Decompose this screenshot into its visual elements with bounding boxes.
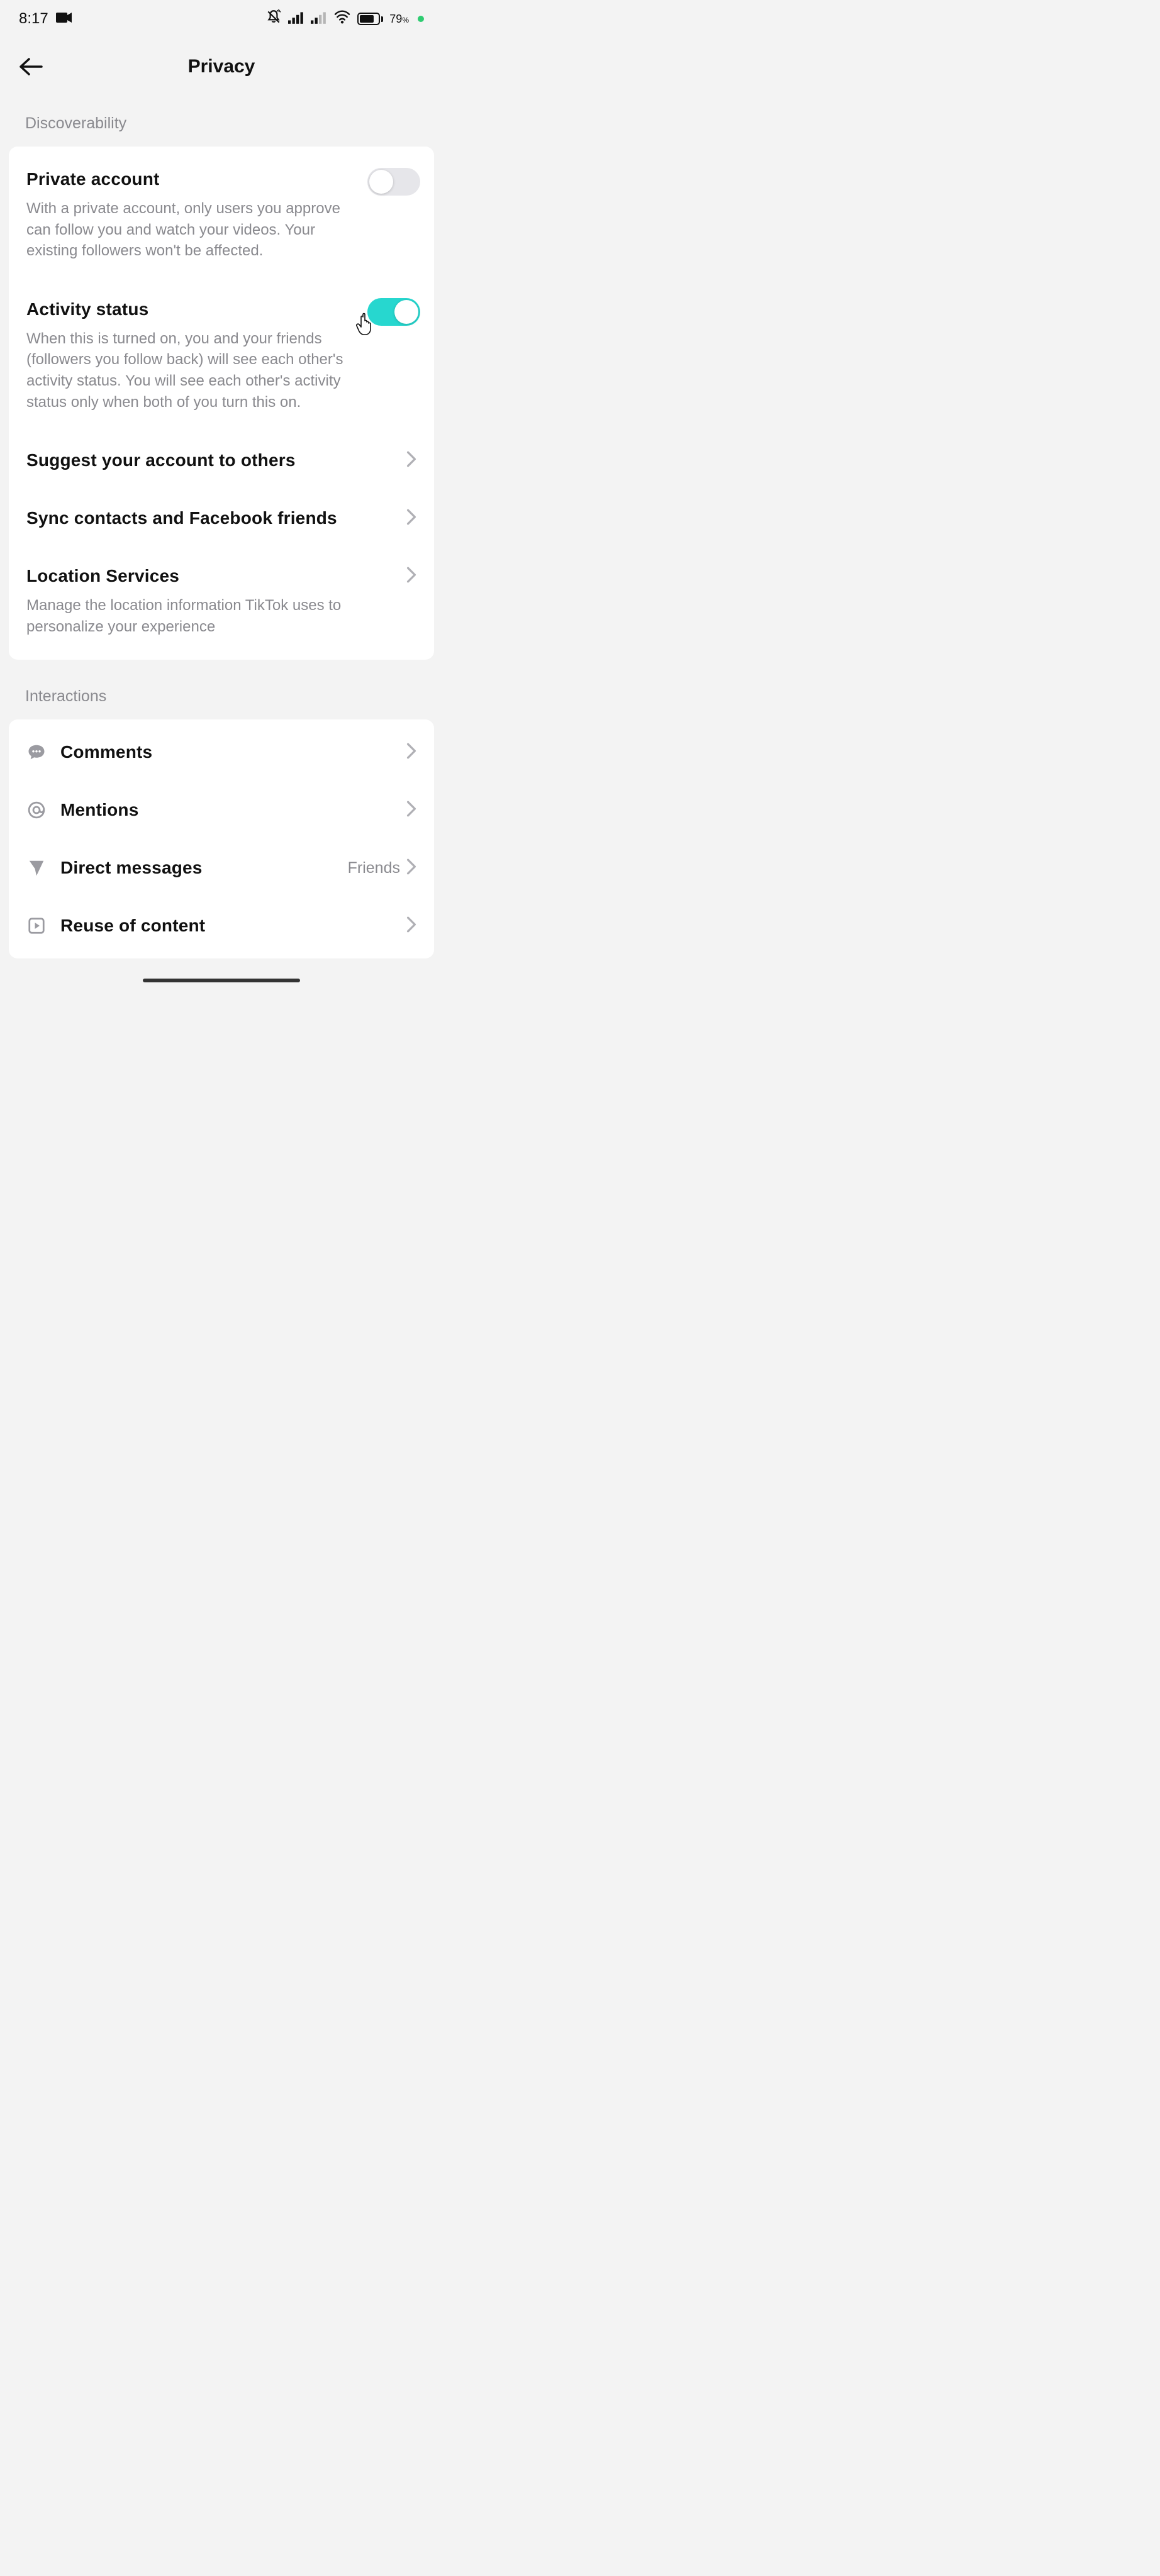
chevron-right-icon bbox=[406, 801, 416, 820]
sync-contacts-row[interactable]: Sync contacts and Facebook friends bbox=[9, 489, 434, 547]
phone-viewport: 8:17 79% bbox=[0, 0, 443, 986]
mute-icon bbox=[265, 9, 282, 29]
recording-icon bbox=[56, 10, 72, 28]
chevron-right-icon bbox=[406, 509, 416, 528]
location-services-desc: Manage the location information TikTok u… bbox=[26, 595, 416, 637]
private-account-toggle[interactable] bbox=[367, 168, 420, 196]
comments-row[interactable]: Comments bbox=[9, 723, 434, 781]
chevron-right-icon bbox=[406, 451, 416, 470]
private-account-title: Private account bbox=[26, 169, 366, 189]
battery-percent: 79% bbox=[389, 13, 409, 26]
activity-status-row: Activity status When this is turned on, … bbox=[9, 280, 434, 431]
wifi-icon bbox=[333, 10, 351, 28]
suggest-account-row[interactable]: Suggest your account to others bbox=[9, 431, 434, 489]
chevron-right-icon bbox=[406, 743, 416, 762]
sync-contacts-title: Sync contacts and Facebook friends bbox=[26, 508, 337, 528]
reuse-icon bbox=[26, 916, 47, 936]
suggest-account-title: Suggest your account to others bbox=[26, 450, 296, 470]
direct-messages-value: Friends bbox=[348, 859, 400, 877]
status-time: 8:17 bbox=[19, 10, 48, 28]
direct-messages-row[interactable]: Direct messages Friends bbox=[9, 839, 434, 897]
camera-active-dot bbox=[418, 16, 424, 22]
direct-messages-title: Direct messages bbox=[60, 858, 203, 878]
section-interactions-header: Interactions bbox=[0, 660, 443, 719]
send-icon bbox=[26, 858, 47, 878]
chevron-right-icon bbox=[406, 567, 416, 586]
status-bar: 8:17 79% bbox=[0, 0, 443, 38]
mentions-title: Mentions bbox=[60, 800, 138, 820]
comments-icon bbox=[26, 742, 47, 762]
home-indicator[interactable] bbox=[143, 979, 300, 982]
page-title: Privacy bbox=[188, 56, 255, 77]
activity-status-toggle[interactable] bbox=[367, 298, 420, 326]
activity-status-desc: When this is turned on, you and your fri… bbox=[26, 328, 366, 413]
discoverability-card: Private account With a private account, … bbox=[9, 147, 434, 660]
battery-icon bbox=[357, 13, 383, 25]
canvas-bottom-fill bbox=[0, 986, 1160, 2576]
location-services-title: Location Services bbox=[26, 566, 179, 586]
activity-status-title: Activity status bbox=[26, 299, 366, 319]
comments-title: Comments bbox=[60, 742, 152, 762]
interactions-card: Comments Mentions Direct messages Friend bbox=[9, 719, 434, 958]
signal-icon-1 bbox=[288, 10, 304, 28]
mentions-row[interactable]: Mentions bbox=[9, 781, 434, 839]
private-account-row: Private account With a private account, … bbox=[9, 150, 434, 280]
page-header: Privacy bbox=[0, 42, 443, 92]
chevron-right-icon bbox=[406, 858, 416, 878]
section-discoverability-header: Discoverability bbox=[0, 92, 443, 147]
signal-icon-2 bbox=[311, 10, 327, 28]
status-left: 8:17 bbox=[19, 10, 72, 28]
reuse-content-title: Reuse of content bbox=[60, 916, 205, 936]
chevron-right-icon bbox=[406, 916, 416, 936]
at-icon bbox=[26, 800, 47, 820]
location-services-row[interactable]: Location Services Manage the location in… bbox=[9, 547, 434, 656]
status-right: 79% bbox=[265, 9, 424, 29]
reuse-content-row[interactable]: Reuse of content bbox=[9, 897, 434, 955]
back-button[interactable] bbox=[16, 53, 44, 80]
private-account-desc: With a private account, only users you a… bbox=[26, 198, 366, 262]
